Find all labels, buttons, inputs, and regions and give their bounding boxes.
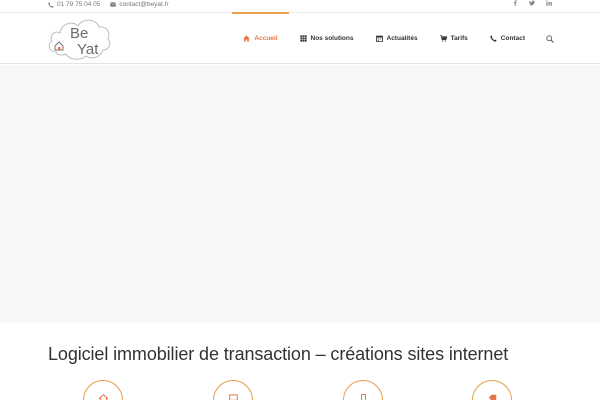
tag-icon [488, 394, 496, 400]
feature-monitor[interactable] [213, 380, 253, 400]
envelope-icon [110, 2, 117, 7]
facebook-link[interactable] [512, 0, 518, 6]
home-icon [243, 35, 251, 42]
logo-text-yat: Yat [77, 41, 99, 58]
linkedin-icon [546, 0, 552, 6]
page-title: Logiciel immobilier de transaction – cré… [48, 344, 509, 364]
phone-number: 01 79 75 04 05 [57, 1, 101, 8]
email-address: contact@beyat.fr [119, 1, 169, 8]
facebook-icon [513, 0, 517, 6]
twitter-icon [529, 0, 535, 6]
site-header: Be Yat Accueil Nos solutions Actualités … [0, 12, 600, 64]
twitter-link[interactable] [529, 0, 535, 6]
calendar-icon [375, 35, 383, 42]
nav-item-tarifs[interactable]: Tarifs [429, 13, 479, 64]
main-nav: Accueil Nos solutions Actualités Tarifs … [232, 12, 554, 64]
feature-home[interactable] [83, 380, 123, 400]
nav-item-contact[interactable]: Contact [479, 13, 536, 64]
phone-icon [490, 35, 497, 42]
nav-label: Nos solutions [310, 35, 354, 42]
phone-icon [48, 1, 54, 8]
linkedin-link[interactable] [546, 0, 552, 6]
top-bar: 01 79 75 04 05 contact@beyat.fr [0, 0, 600, 13]
home-icon [98, 394, 108, 400]
nav-label: Actualités [386, 35, 418, 42]
phone-contact[interactable]: 01 79 75 04 05 [48, 1, 100, 8]
contact-info: 01 79 75 04 05 contact@beyat.fr [48, 1, 169, 8]
search-button[interactable] [536, 13, 554, 64]
logo-text-be: Be [70, 25, 88, 42]
beyat-logo-icon: Be Yat [48, 19, 111, 60]
search-icon [546, 34, 554, 43]
nav-label: Tarifs [450, 35, 468, 42]
mobile-icon [360, 394, 366, 400]
nav-item-actualites[interactable]: Actualités [365, 13, 429, 64]
cart-icon [439, 35, 447, 42]
nav-label: Contact [500, 35, 525, 42]
feature-icons [0, 380, 600, 400]
hero-banner [0, 65, 600, 323]
feature-mobile[interactable] [343, 380, 383, 400]
social-links [512, 0, 552, 6]
feature-tag[interactable] [472, 380, 512, 400]
grid-icon [299, 35, 307, 42]
nav-item-accueil[interactable]: Accueil [232, 12, 289, 64]
email-contact[interactable]: contact@beyat.fr [110, 1, 169, 8]
logo[interactable]: Be Yat [46, 16, 112, 62]
nav-item-nos-solutions[interactable]: Nos solutions [289, 13, 365, 64]
monitor-icon [228, 394, 238, 400]
nav-label: Accueil [254, 35, 278, 42]
